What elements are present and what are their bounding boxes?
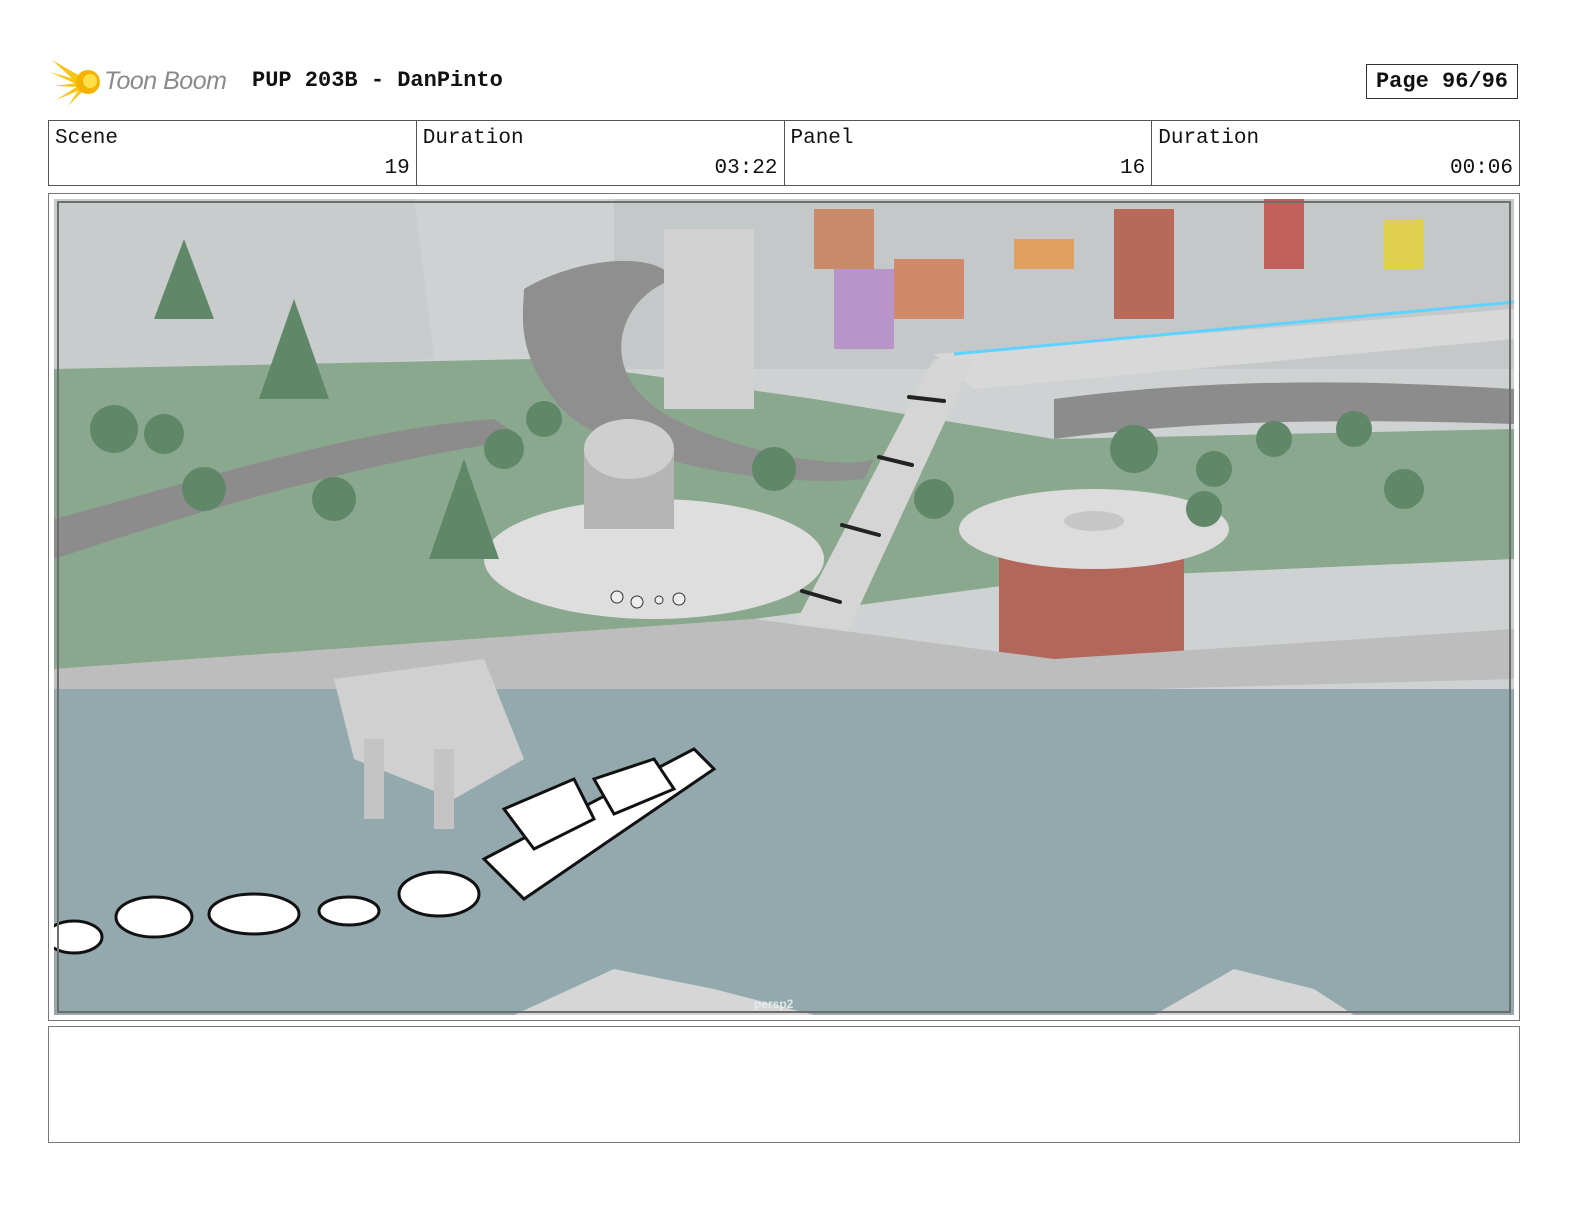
logo-wordmark: Toon Boom — [104, 67, 227, 95]
panel-cell: Panel 16 — [785, 121, 1153, 185]
storyboard-panel: persp2 — [48, 193, 1520, 1021]
scene-cell: Scene 19 — [49, 121, 417, 185]
panel-duration-value: 00:06 — [1449, 157, 1513, 180]
panel-value: 16 — [1120, 157, 1146, 180]
scene-duration-label: Duration — [422, 127, 524, 150]
city-harbor-scene-image — [54, 199, 1514, 1015]
sun-burst-logo-icon — [50, 60, 100, 106]
page-number: Page 96/96 — [1366, 64, 1518, 99]
panel-label: Panel — [790, 127, 854, 150]
notes-box — [48, 1026, 1520, 1143]
toon-boom-logo: Toon Boom — [50, 56, 240, 108]
panel-image: persp2 — [54, 199, 1514, 1015]
scene-value: 19 — [384, 157, 410, 180]
camera-label: persp2 — [754, 997, 794, 1011]
scene-duration-value: 03:22 — [714, 157, 778, 180]
scene-info-table: Scene 19 Duration 03:22 Panel 16 Duratio… — [48, 120, 1520, 186]
panel-duration-label: Duration — [1158, 127, 1260, 150]
scene-duration-cell: Duration 03:22 — [417, 121, 785, 185]
document-title: PUP 203B - DanPinto — [252, 68, 503, 93]
scene-label: Scene — [55, 127, 119, 150]
panel-duration-cell: Duration 00:06 — [1152, 121, 1519, 185]
